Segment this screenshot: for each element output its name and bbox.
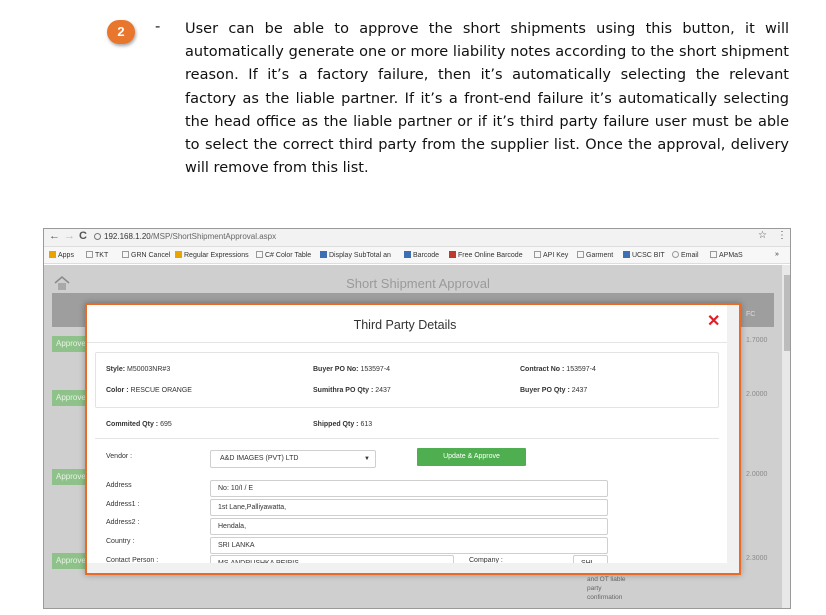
buyer-po-qty-field: Buyer PO Qty : 2437 [520, 387, 588, 394]
bookmark-apmas[interactable]: APMaS [710, 251, 743, 259]
bookmark-barcode[interactable]: Barcode [404, 251, 439, 259]
update-approve-button[interactable]: Update & Approve [417, 448, 526, 466]
modal-title: Third Party Details [353, 318, 457, 332]
fc-value: 1.7000 [746, 337, 768, 344]
bookmark-color-table[interactable]: C# Color Table [256, 251, 311, 259]
email-icon [672, 251, 679, 258]
address1-label: Address1 : [106, 501, 140, 508]
bookmark-email[interactable]: Email [672, 251, 699, 259]
approve-button[interactable]: Approve [52, 390, 86, 406]
page-title: Short Shipment Approval [346, 276, 490, 291]
bookmark-tkt[interactable]: TKT [86, 251, 108, 259]
close-icon[interactable]: ✕ [707, 311, 720, 331]
address-bar[interactable]: 192.168.1.20/MSP/ShortShipmentApproval.a… [94, 232, 276, 241]
fc-column-header: FC [746, 311, 756, 318]
divider [95, 438, 719, 439]
page-icon [577, 251, 584, 258]
bookmark-apps[interactable]: Apps [49, 251, 74, 259]
site-icon [404, 251, 411, 258]
bookmarks-bar: Apps TKT GRN Cancel Regular Expressions … [44, 247, 790, 264]
modal-horizontal-scrollbar[interactable] [87, 563, 727, 573]
more-bookmarks-icon[interactable]: » [775, 251, 779, 258]
embedded-screenshot: ← → C 192.168.1.20/MSP/ShortShipmentAppr… [43, 228, 791, 609]
buyer-po-field: Buyer PO No: 153597-4 [313, 366, 391, 373]
country-field[interactable]: SRI LANKA [210, 537, 608, 554]
reload-icon[interactable]: C [79, 230, 87, 242]
browser-menu-icon[interactable]: ⋮ [777, 230, 787, 241]
sumithra-po-qty-field: Sumithra PO Qty : 2437 [313, 387, 391, 394]
color-field: Color : RESCUE ORANGE [106, 387, 192, 394]
bookmark-regular-expressions[interactable]: Regular Expressions [175, 251, 249, 259]
address-field[interactable]: No: 10/I / E [210, 480, 608, 497]
step-number-badge: 2 [107, 20, 135, 44]
page-icon [534, 251, 541, 258]
description-paragraph: User can be able to approve the short sh… [185, 21, 789, 177]
bookmark-star-icon[interactable]: ☆ [758, 230, 767, 241]
bookmark-grn-cancel[interactable]: GRN Cancel [122, 251, 170, 259]
fc-value: 2.0000 [746, 471, 768, 478]
apps-grid-icon [49, 251, 56, 258]
page-icon [710, 251, 717, 258]
vendor-label: Vendor : [106, 453, 133, 460]
address-label: Address [106, 482, 132, 489]
bookmark-ucsc-bit[interactable]: UCSC BIT [623, 251, 665, 259]
regex-icon [175, 251, 182, 258]
vendor-select[interactable]: A&D IMAGES (PVT) LTD ▼ [210, 450, 376, 468]
page-icon [122, 251, 129, 258]
site-icon [449, 251, 456, 258]
site-icon [320, 251, 327, 258]
chevron-down-icon: ▼ [364, 456, 370, 462]
modal-scrollbar[interactable] [727, 305, 739, 573]
app-page: Short Shipment Approval FC Approve Appro… [44, 265, 790, 608]
divider [87, 342, 727, 343]
style-field: Style: M50003NR#3 [106, 366, 171, 373]
browser-toolbar: ← → C 192.168.1.20/MSP/ShortShipmentAppr… [44, 229, 790, 247]
forward-icon[interactable]: → [64, 230, 75, 242]
site-icon [623, 251, 630, 258]
page-icon [86, 251, 93, 258]
fc-value: 2.3000 [746, 555, 768, 562]
bookmark-api-key[interactable]: API Key [534, 251, 568, 259]
address1-field[interactable]: 1st Lane,Palliyawatta, [210, 499, 608, 516]
url-path: /MSP/ShortShipmentApproval.aspx [150, 232, 277, 241]
bookmark-free-online-barcode[interactable]: Free Online Barcode [449, 251, 523, 259]
country-label: Country : [106, 538, 135, 545]
order-info-panel [95, 352, 719, 408]
address2-field[interactable]: Hendala, [210, 518, 608, 535]
page-scrollbar[interactable] [782, 265, 790, 608]
background-cell-text: and OT liable party confirmation [587, 576, 626, 601]
approve-button[interactable]: Approve [52, 469, 86, 485]
back-icon[interactable]: ← [49, 230, 60, 242]
address2-label: Address2 : [106, 519, 140, 526]
commited-qty-field: Commited Qty : 695 [106, 421, 172, 428]
approve-button[interactable]: Approve [52, 336, 86, 352]
third-party-details-modal: Third Party Details ✕ Style: M50003NR#3 … [85, 303, 741, 575]
contract-no-field: Contract No : 153597-4 [520, 366, 596, 373]
page-icon [256, 251, 263, 258]
bookmark-display-subtotal[interactable]: Display SubTotal an [320, 251, 391, 259]
approve-button[interactable]: Approve [52, 553, 86, 569]
info-icon [94, 233, 101, 240]
bookmark-garment[interactable]: Garment [577, 251, 613, 259]
list-dash: - [155, 18, 161, 35]
fc-value: 2.0000 [746, 391, 768, 398]
shipped-qty-field: Shipped Qty : 613 [313, 421, 373, 428]
url-host: 192.168.1.20 [104, 232, 151, 241]
